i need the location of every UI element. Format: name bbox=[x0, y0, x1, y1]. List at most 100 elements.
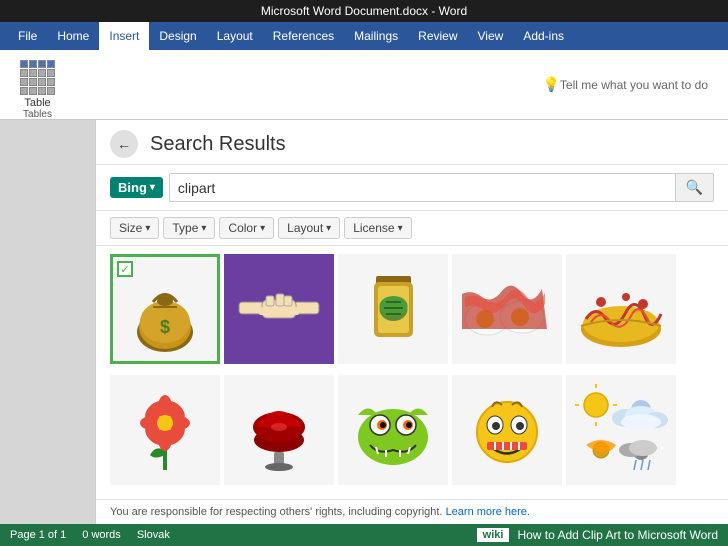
learn-more-link[interactable]: Learn more here. bbox=[446, 506, 530, 518]
ribbon-content: Table Tables 💡 Tell me what you want to … bbox=[0, 50, 728, 120]
tell-me-text[interactable]: Tell me what you want to do bbox=[560, 78, 708, 92]
wiki-badge: wiki bbox=[477, 528, 510, 542]
tc bbox=[38, 69, 46, 77]
language-indicator: Slovak bbox=[137, 529, 170, 541]
tc bbox=[47, 69, 55, 77]
tc bbox=[38, 60, 46, 68]
weather-svg bbox=[571, 380, 671, 480]
tc bbox=[38, 87, 46, 95]
filter-color-label: Color bbox=[228, 221, 257, 235]
tc bbox=[20, 78, 28, 86]
tables-group-label: Tables bbox=[23, 109, 52, 120]
jar-svg bbox=[356, 264, 431, 354]
status-left: Page 1 of 1 0 words Slovak bbox=[10, 529, 170, 541]
filter-license-button[interactable]: License ▾ bbox=[344, 217, 411, 239]
face-svg bbox=[467, 387, 547, 472]
filter-type-button[interactable]: Type ▾ bbox=[163, 217, 215, 239]
tc bbox=[47, 87, 55, 95]
tc bbox=[20, 60, 28, 68]
tab-layout[interactable]: Layout bbox=[207, 22, 263, 50]
filter-size-label: Size bbox=[119, 221, 142, 235]
tc bbox=[38, 78, 46, 86]
ribbon-tabs: File Home Insert Design Layout Reference… bbox=[0, 22, 728, 50]
tc bbox=[29, 69, 37, 77]
clipart-item-lamp[interactable] bbox=[224, 375, 334, 485]
table-ribbon-group: Table Tables bbox=[8, 54, 67, 126]
filter-layout-button[interactable]: Layout ▾ bbox=[278, 217, 340, 239]
handshake-svg bbox=[234, 272, 324, 347]
search-results-title: Search Results bbox=[150, 133, 286, 156]
clipart-item-jar[interactable] bbox=[338, 254, 448, 364]
lightbulb-icon: 💡 bbox=[542, 76, 559, 93]
clipart-item-pasta[interactable] bbox=[566, 254, 676, 364]
tc bbox=[29, 60, 37, 68]
filter-license-label: License bbox=[353, 221, 394, 235]
search-input-wrap: 🔍 bbox=[169, 173, 714, 202]
tab-addins[interactable]: Add-ins bbox=[513, 22, 574, 50]
back-button[interactable]: ← bbox=[110, 130, 138, 158]
clipart-item-weather[interactable] bbox=[566, 375, 676, 485]
filter-layout-label: Layout bbox=[287, 221, 323, 235]
svg-text:$: $ bbox=[160, 317, 170, 337]
tab-design[interactable]: Design bbox=[149, 22, 206, 50]
filter-color-button[interactable]: Color ▾ bbox=[219, 217, 274, 239]
clipart-item-moneybag[interactable]: ✓ $ bbox=[110, 254, 220, 364]
word-count: 0 words bbox=[82, 529, 121, 541]
tc bbox=[29, 87, 37, 95]
table-grid-icon bbox=[20, 60, 55, 95]
search-panel: ← Search Results Bing ▾ 🔍 Size ▾ Type ▾ bbox=[95, 120, 728, 524]
monster-svg bbox=[348, 387, 438, 472]
filter-bar: Size ▾ Type ▾ Color ▾ Layout ▾ License ▾ bbox=[96, 211, 728, 246]
filter-size-button[interactable]: Size ▾ bbox=[110, 217, 159, 239]
tab-mailings[interactable]: Mailings bbox=[344, 22, 408, 50]
copyright-bar: You are responsible for respecting other… bbox=[96, 499, 728, 524]
tab-references[interactable]: References bbox=[263, 22, 344, 50]
clipart-item-monster[interactable] bbox=[338, 375, 448, 485]
tc bbox=[47, 78, 55, 86]
filter-license-arrow-icon: ▾ bbox=[398, 223, 403, 234]
main-area: ← Search Results Bing ▾ 🔍 Size ▾ Type ▾ bbox=[0, 120, 728, 524]
page-count: Page 1 of 1 bbox=[10, 529, 66, 541]
tc bbox=[20, 69, 28, 77]
tab-home[interactable]: Home bbox=[47, 22, 99, 50]
eggs-svg bbox=[457, 269, 557, 349]
tab-insert[interactable]: Insert bbox=[99, 22, 149, 50]
copyright-text: You are responsible for respecting other… bbox=[110, 506, 443, 518]
clipart-item-eggs-bacon[interactable] bbox=[452, 254, 562, 364]
moneybag-svg: $ bbox=[125, 267, 205, 352]
bing-label: Bing bbox=[118, 180, 147, 195]
tab-view[interactable]: View bbox=[468, 22, 514, 50]
tab-review[interactable]: Review bbox=[408, 22, 467, 50]
tc bbox=[29, 78, 37, 86]
pasta-svg bbox=[571, 264, 671, 354]
doc-panel bbox=[0, 120, 95, 524]
flower-svg bbox=[130, 385, 200, 475]
filter-layout-arrow-icon: ▾ bbox=[326, 223, 331, 234]
search-submit-button[interactable]: 🔍 bbox=[675, 174, 713, 201]
search-input[interactable] bbox=[170, 176, 675, 200]
filter-type-label: Type bbox=[172, 221, 198, 235]
tab-file[interactable]: File bbox=[8, 22, 47, 50]
filter-size-arrow-icon: ▾ bbox=[145, 223, 150, 234]
search-header: ← Search Results bbox=[96, 120, 728, 165]
filter-color-arrow-icon: ▾ bbox=[260, 223, 265, 234]
bing-bar: Bing ▾ 🔍 bbox=[96, 165, 728, 211]
tc bbox=[47, 60, 55, 68]
tell-me-area: 💡 Tell me what you want to do bbox=[542, 50, 728, 119]
title-text: Microsoft Word Document.docx - Word bbox=[261, 4, 467, 18]
image-grid: ✓ $ bbox=[96, 246, 728, 499]
table-label[interactable]: Table bbox=[24, 97, 50, 109]
title-bar: Microsoft Word Document.docx - Word bbox=[0, 0, 728, 22]
status-bar: Page 1 of 1 0 words Slovak wiki How to A… bbox=[0, 524, 728, 546]
tc bbox=[20, 87, 28, 95]
clipart-item-flower[interactable] bbox=[110, 375, 220, 485]
bing-chevron-icon: ▾ bbox=[150, 182, 155, 193]
filter-type-arrow-icon: ▾ bbox=[201, 223, 206, 234]
lamp-svg bbox=[244, 385, 314, 475]
bing-logo-button[interactable]: Bing ▾ bbox=[110, 177, 163, 198]
clipart-item-face[interactable] bbox=[452, 375, 562, 485]
clipart-item-handshake[interactable] bbox=[224, 254, 334, 364]
status-right: wiki How to Add Clip Art to Microsoft Wo… bbox=[477, 528, 718, 542]
selection-checkbox: ✓ bbox=[117, 261, 133, 277]
how-to-text: How to Add Clip Art to Microsoft Word bbox=[517, 528, 718, 542]
